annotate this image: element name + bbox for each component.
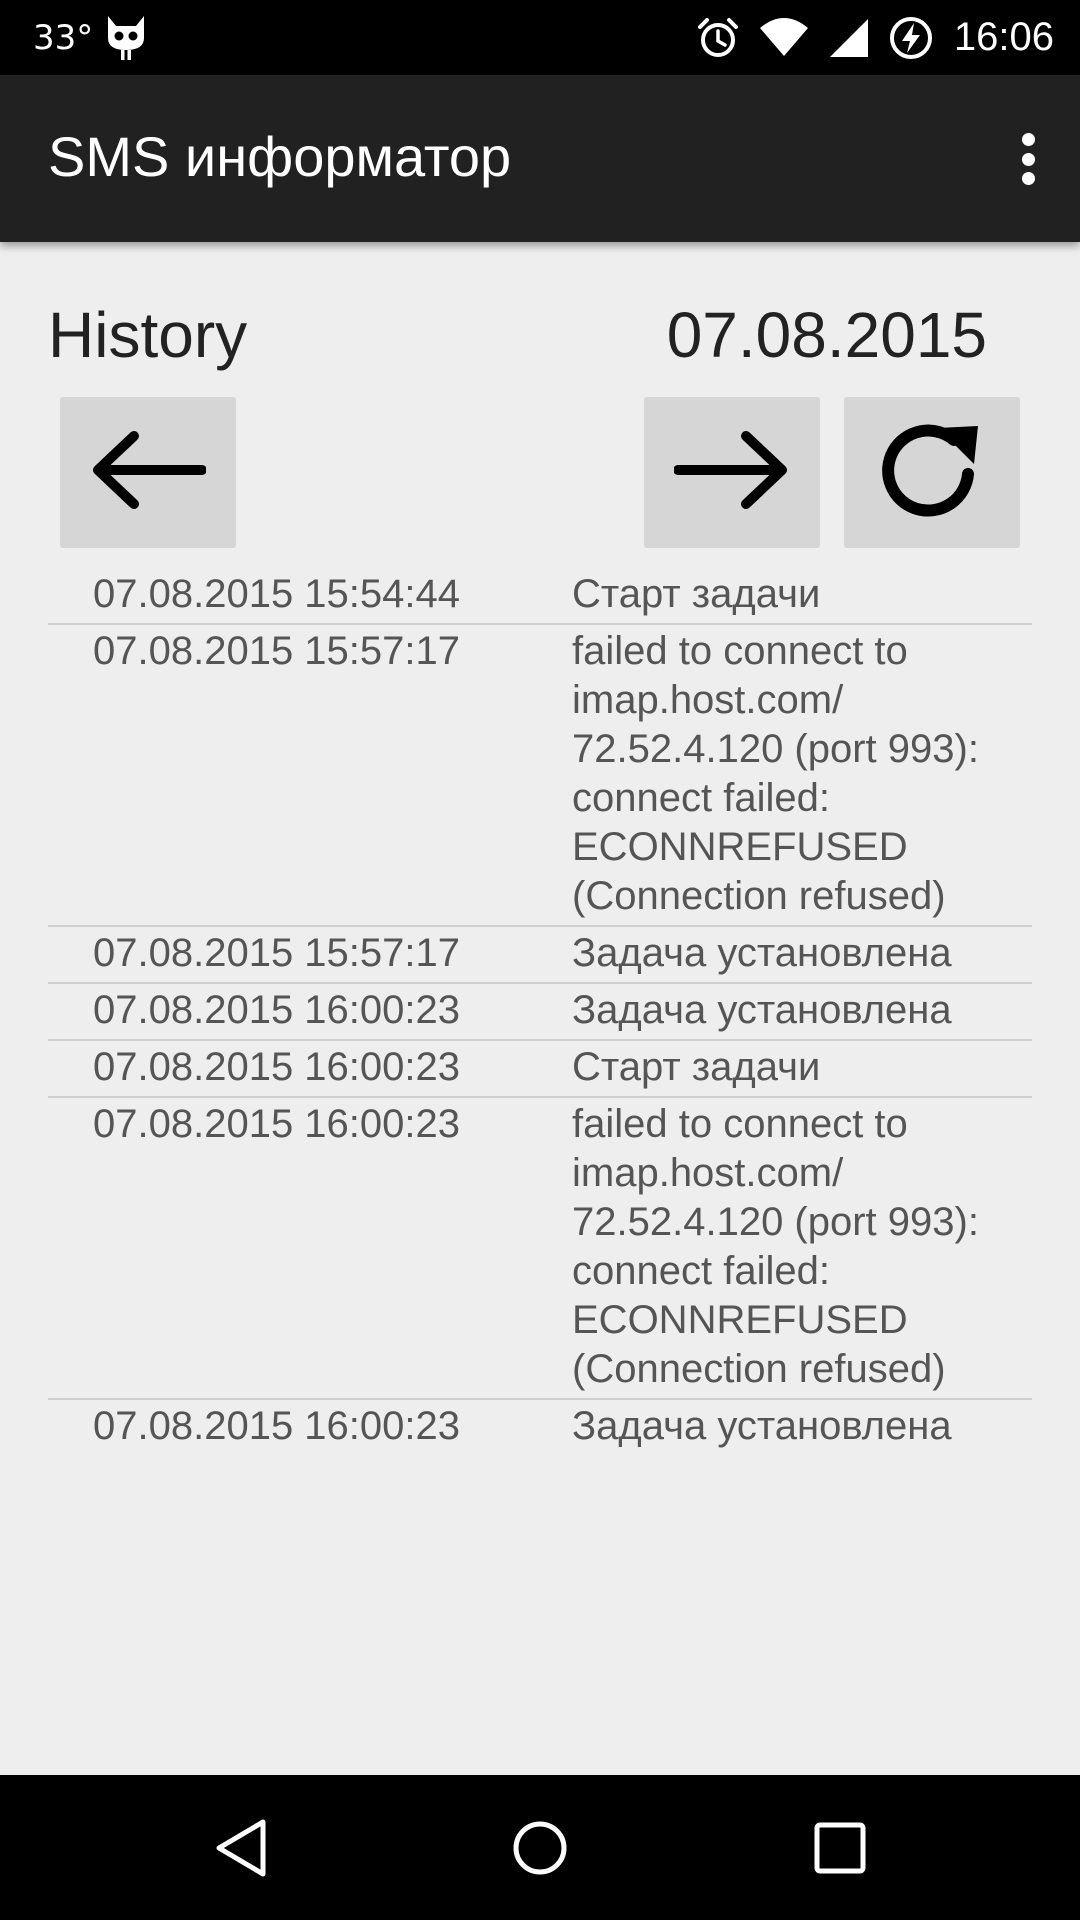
wifi-icon <box>758 17 810 58</box>
history-time: 07.08.2015 16:00:23 <box>93 1102 461 1146</box>
refresh-icon <box>874 412 990 533</box>
history-row: 07.08.2015 15:57:17 failed to connect to… <box>48 625 1032 927</box>
status-icons: 16:06 <box>678 0 1054 75</box>
next-day-button[interactable] <box>644 397 820 548</box>
history-message: Задача установлена <box>572 931 952 975</box>
history-row: 07.08.2015 16:00:23 Задача установлена <box>48 1400 1032 1455</box>
menu-dot <box>1021 152 1035 166</box>
back-icon[interactable] <box>181 1775 301 1920</box>
history-row: 07.08.2015 16:00:23 failed to connect to… <box>48 1098 1032 1400</box>
status-time: 16:06 <box>953 15 1054 59</box>
alarm-icon <box>696 16 740 60</box>
home-icon[interactable] <box>480 1775 600 1920</box>
signal-icon <box>828 17 870 59</box>
screen: 33° 16:06 SMS информатор History 07.08.2… <box>0 0 1080 1920</box>
current-date: 07.08.2015 <box>666 299 987 371</box>
more-vert-icon[interactable] <box>1004 127 1052 191</box>
previous-day-button[interactable] <box>60 397 236 548</box>
app-title: SMS информатор <box>48 125 512 188</box>
cyanogen-icon <box>104 14 148 62</box>
history-time: 07.08.2015 16:00:23 <box>93 988 461 1032</box>
history-label: History <box>48 299 248 371</box>
history-row: 07.08.2015 16:00:23 Задача установлена <box>48 984 1032 1041</box>
history-message: Старт задачи <box>572 572 821 616</box>
status-bar: 33° 16:06 <box>0 0 1080 75</box>
history-row: 07.08.2015 16:00:23 Старт задачи <box>48 1041 1032 1098</box>
menu-dot <box>1021 133 1035 146</box>
menu-dot <box>1021 172 1035 185</box>
history-message: failed to connect to imap.host.com/ 72.5… <box>572 1102 979 1391</box>
history-time: 07.08.2015 16:00:23 <box>93 1045 461 1089</box>
history-message: Задача установлена <box>572 988 952 1032</box>
app-toolbar: SMS информатор <box>0 75 1080 242</box>
status-temperature: 33° <box>33 18 94 58</box>
history-message: Старт задачи <box>572 1045 821 1089</box>
recents-icon[interactable] <box>780 1775 900 1920</box>
system-nav-bar <box>0 1775 1080 1920</box>
history-message: Задача установлена <box>572 1404 952 1448</box>
history-time: 07.08.2015 15:57:17 <box>93 931 461 975</box>
history-time: 07.08.2015 15:57:17 <box>93 629 461 673</box>
arrow-left-icon <box>90 430 207 515</box>
history-message: failed to connect to imap.host.com/ 72.5… <box>572 629 979 918</box>
history-row: 07.08.2015 15:57:17 Задача установлена <box>48 927 1032 984</box>
battery-charging-icon <box>888 15 934 61</box>
history-list: 07.08.2015 15:54:44 Старт задачи 07.08.2… <box>48 568 1032 1455</box>
history-time: 07.08.2015 15:54:44 <box>93 572 461 616</box>
history-time: 07.08.2015 16:00:23 <box>93 1404 461 1448</box>
history-row: 07.08.2015 15:54:44 Старт задачи <box>48 568 1032 625</box>
refresh-button[interactable] <box>844 397 1020 548</box>
arrow-right-icon <box>673 430 790 515</box>
